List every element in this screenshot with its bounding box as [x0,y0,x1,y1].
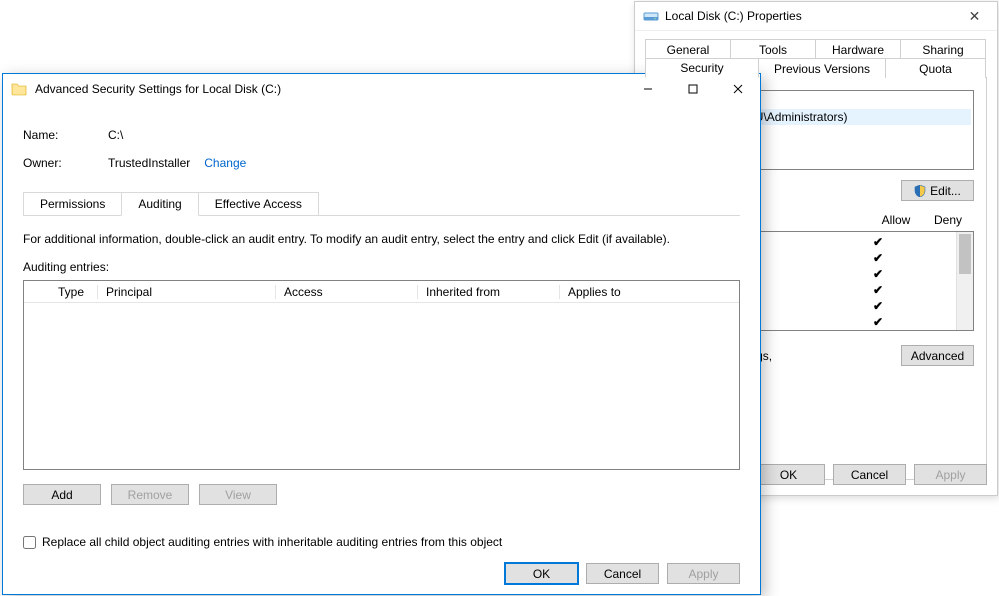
col-type[interactable]: Type [50,285,98,299]
auditing-entries-list[interactable]: Type Principal Access Inherited from App… [23,280,740,470]
replace-child-label: Replace all child object auditing entrie… [42,535,502,549]
tab-permissions[interactable]: Permissions [23,192,122,216]
tab-hardware[interactable]: Hardware [815,39,901,59]
advanced-title: Advanced Security Settings for Local Dis… [35,82,625,96]
replace-child-checkbox[interactable] [23,536,36,549]
advanced-titlebar[interactable]: Advanced Security Settings for Local Dis… [3,74,760,104]
check-icon [852,299,904,313]
properties-title: Local Disk (C:) Properties [665,9,952,23]
advanced-apply-button[interactable]: Apply [667,563,740,584]
tab-quota[interactable]: Quota [885,58,986,78]
properties-tabs-row1: General Tools Hardware Sharing [645,39,987,59]
col-access[interactable]: Access [276,285,418,299]
tab-security[interactable]: Security [645,58,759,78]
change-owner-link[interactable]: Change [204,156,246,170]
deny-header: Deny [922,213,974,227]
tab-auditing[interactable]: Auditing [121,192,198,216]
tab-tools[interactable]: Tools [730,39,816,59]
tab-previous-versions[interactable]: Previous Versions [758,58,886,78]
properties-ok-button[interactable]: OK [752,464,825,485]
replace-child-checkbox-row[interactable]: Replace all child object auditing entrie… [23,535,740,549]
check-icon [852,267,904,281]
drive-icon [643,8,659,24]
permissions-scrollbar[interactable] [956,232,973,330]
tab-general[interactable]: General [645,39,731,59]
advanced-footer: OK Cancel Apply [23,549,740,584]
folder-icon [11,81,27,97]
auditing-tab-body: For additional information, double-click… [23,215,740,584]
col-applies-to[interactable]: Applies to [560,285,739,299]
minimize-button[interactable] [625,74,670,104]
advanced-button[interactable]: Advanced [901,345,974,366]
edit-button-label: Edit... [930,184,961,198]
check-icon [852,315,904,329]
owner-label: Owner: [23,156,108,170]
add-button[interactable]: Add [23,484,101,505]
view-button[interactable]: View [199,484,277,505]
remove-button[interactable]: Remove [111,484,189,505]
tab-sharing[interactable]: Sharing [900,39,986,59]
tab-effective-access[interactable]: Effective Access [198,192,319,216]
advanced-cancel-button[interactable]: Cancel [586,563,659,584]
properties-tabs-row2: Security Previous Versions Quota [645,58,987,78]
col-inherited-from[interactable]: Inherited from [418,285,560,299]
allow-header: Allow [870,213,922,227]
properties-cancel-button[interactable]: Cancel [833,464,906,485]
name-value: C:\ [108,128,123,142]
name-label: Name: [23,128,108,142]
owner-value: TrustedInstaller [108,156,190,170]
auditing-entries-label: Auditing entries: [23,260,740,274]
properties-titlebar[interactable]: Local Disk (C:) Properties ✕ [635,2,997,31]
check-icon [852,283,904,297]
advanced-tabs: Permissions Auditing Effective Access [23,192,740,216]
auditing-info-text: For additional information, double-click… [23,232,740,246]
shield-icon [914,185,926,197]
properties-close-button[interactable]: ✕ [952,8,997,25]
advanced-security-window: Advanced Security Settings for Local Dis… [2,73,761,595]
col-principal[interactable]: Principal [98,285,276,299]
check-icon [852,235,904,249]
advanced-close-button[interactable] [715,74,760,104]
properties-apply-button[interactable]: Apply [914,464,987,485]
maximize-button[interactable] [670,74,715,104]
edit-button[interactable]: Edit... [901,180,974,201]
auditing-entries-header: Type Principal Access Inherited from App… [24,281,739,303]
check-icon [852,251,904,265]
advanced-ok-button[interactable]: OK [505,563,578,584]
